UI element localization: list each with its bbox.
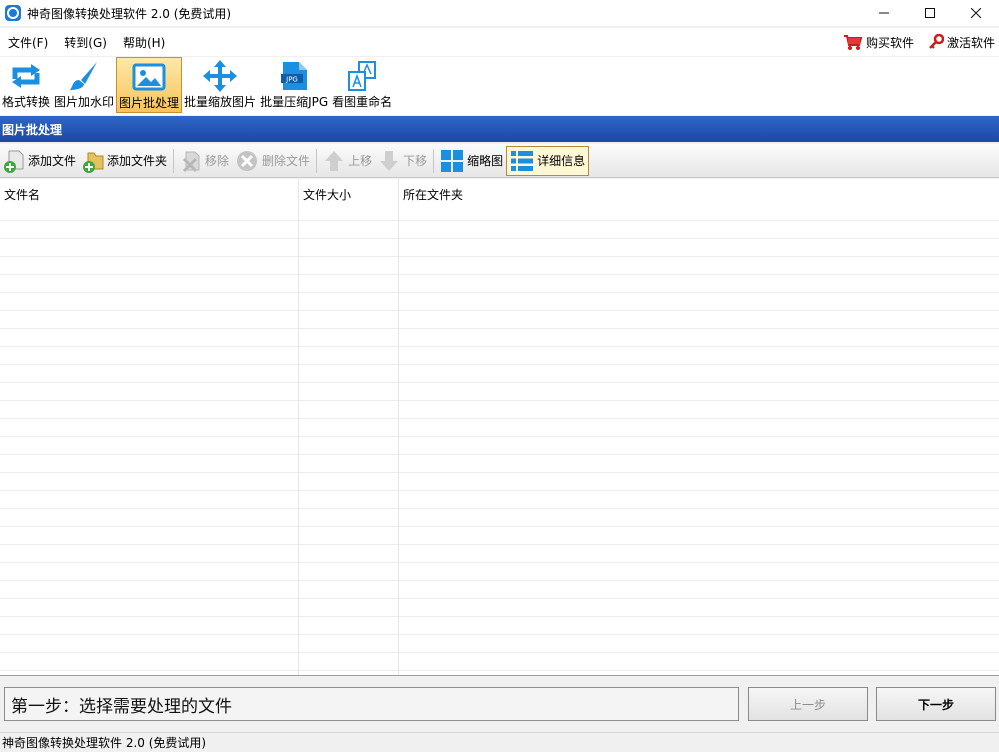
move-arrows-icon [202,59,238,93]
tool-batch-resize[interactable]: 批量缩放图片 [182,57,258,113]
column-divider [298,179,299,675]
menu-goto[interactable]: 转到(G) [56,34,115,51]
tool-format-convert[interactable]: 格式转换 [0,57,52,113]
next-step-button[interactable]: 下一步 [876,687,996,721]
brush-icon [66,59,102,93]
thumbnail-view-button[interactable]: 缩略图 [437,146,506,176]
separator [173,148,175,173]
add-folder-label: 添加文件夹 [107,154,168,168]
column-header-filename[interactable]: 文件名 [0,179,299,209]
maximize-button[interactable] [907,0,953,26]
move-down-button[interactable]: 下移 [375,146,430,176]
add-file-icon [4,150,24,173]
arrow-up-icon [325,150,344,171]
buy-software-label: 购买软件 [865,35,914,50]
thumbnail-view-label: 缩略图 [467,154,504,168]
column-header-folder[interactable]: 所在文件夹 [399,179,999,209]
file-toolbar: 添加文件 添加文件夹 移除 删除文件 上移 下移 缩略图 详细信息 [0,144,999,178]
add-file-label: 添加文件 [28,154,77,168]
wizard-bar: 第一步：选择需要处理的文件 上一步 下一步 [0,677,999,731]
maximize-icon [925,8,935,18]
separator [316,148,318,173]
svg-text:JPG: JPG [285,76,298,84]
minimize-icon [879,12,889,14]
tool-rename[interactable]: 看图重命名 [330,57,394,113]
tool-format-convert-label: 格式转换 [2,95,51,109]
convert-arrows-icon [8,59,44,93]
key-icon [929,34,944,49]
move-down-label: 下移 [403,154,428,168]
image-icon [131,60,167,94]
close-button[interactable] [953,0,999,26]
separator [433,148,435,173]
status-text: 神奇图像转换处理软件 2.0 (免费试用) [2,736,207,750]
remove-button[interactable]: 移除 [177,146,232,176]
section-title: 图片批处理 [0,116,999,142]
window-controls [861,0,999,26]
tool-watermark[interactable]: 图片加水印 [52,57,116,113]
tool-batch-process-label: 图片批处理 [119,96,180,110]
delete-file-button[interactable]: 删除文件 [232,146,313,176]
add-folder-button[interactable]: 添加文件夹 [79,146,170,176]
menu-help[interactable]: 帮助(H) [115,34,173,51]
list-icon [511,150,534,171]
remove-icon [182,151,200,172]
menu-file[interactable]: 文件(F) [0,34,56,51]
minimize-button[interactable] [861,0,907,26]
details-view-label: 详细信息 [537,154,586,168]
status-bar: 神奇图像转换处理软件 2.0 (免费试用) [0,732,999,752]
activate-software-label: 激活软件 [946,35,995,50]
move-up-button[interactable]: 上移 [320,146,375,176]
move-up-label: 上移 [348,154,373,168]
column-header-filesize[interactable]: 文件大小 [299,179,399,209]
buy-software-link[interactable]: 购买软件 [839,33,918,51]
file-list[interactable]: 文件名 文件大小 所在文件夹 [0,179,999,676]
window-title: 神奇图像转换处理软件 2.0 (免费试用) [27,6,232,21]
menu-bar: 文件(F) 转到(G) 帮助(H) 购买软件 激活软件 [0,28,999,56]
close-icon [971,8,981,18]
column-divider [398,179,399,675]
delete-circle-icon [237,150,258,171]
list-header: 文件名 文件大小 所在文件夹 [0,179,999,209]
title-bar: 神奇图像转换处理软件 2.0 (免费试用) [0,0,999,26]
tool-watermark-label: 图片加水印 [54,95,115,109]
jpg-file-icon: JPG [276,59,312,93]
tool-batch-compress-jpg[interactable]: JPG 批量压缩JPG [258,57,330,113]
remove-label: 移除 [205,154,230,168]
delete-file-label: 删除文件 [262,154,311,168]
tool-batch-compress-jpg-label: 批量压缩JPG [260,95,329,109]
add-folder-icon [83,152,104,173]
rename-icon [344,59,380,93]
grid-icon [441,149,464,172]
add-file-button[interactable]: 添加文件 [0,146,79,176]
app-logo-icon [5,5,21,21]
shopping-cart-icon [843,35,863,50]
activate-software-link[interactable]: 激活软件 [924,34,999,51]
step-instruction: 第一步：选择需要处理的文件 [4,687,739,721]
details-view-button[interactable]: 详细信息 [506,145,590,176]
previous-step-button[interactable]: 上一步 [748,687,868,721]
main-toolbar: 格式转换 图片加水印 图片批处理 批量缩放图片 JPG 批量压缩JPG 看图重命… [0,57,999,115]
arrow-down-icon [380,150,399,171]
tool-rename-label: 看图重命名 [332,95,393,109]
tool-batch-process[interactable]: 图片批处理 [116,57,183,113]
tool-batch-resize-label: 批量缩放图片 [184,95,257,109]
